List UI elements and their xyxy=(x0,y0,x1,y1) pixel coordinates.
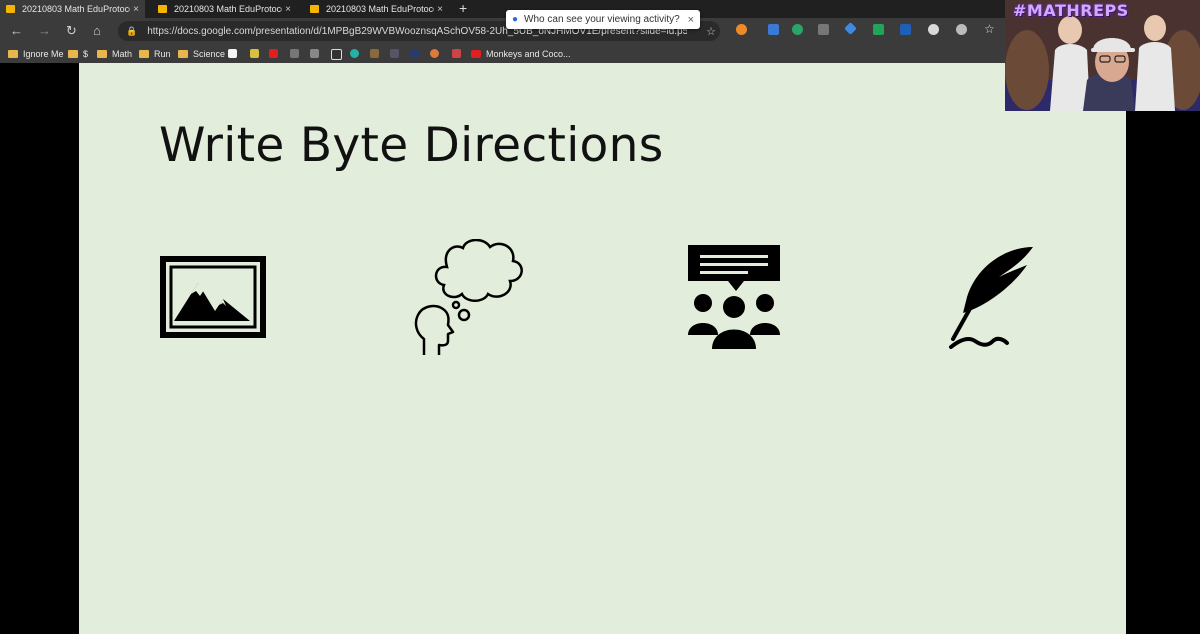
bookmark-ignore-me[interactable]: Ignore Me xyxy=(8,44,64,63)
bookmark-icon[interactable] xyxy=(452,49,461,58)
lock-icon: 🔒 xyxy=(126,25,138,36)
viewing-activity-popup[interactable]: ● Who can see your viewing activity? × xyxy=(506,10,700,29)
back-arrow-icon[interactable]: ← xyxy=(10,22,23,40)
quill-writing-icon xyxy=(949,247,1033,349)
new-tab-button[interactable]: + xyxy=(459,0,467,18)
browser-tab-3[interactable]: 20210803 Math EduProtocols r × xyxy=(304,0,449,18)
slide-title: Write Byte Directions xyxy=(159,118,664,173)
bookmark-label: $ xyxy=(83,48,89,59)
amazon-bookmark-icon[interactable] xyxy=(228,49,237,58)
folder-icon xyxy=(68,49,78,58)
youtube-icon xyxy=(471,49,481,58)
browser-tab-1[interactable]: 20210803 Math EduProtocols r × xyxy=(0,0,145,18)
favorites-icon[interactable]: ☆ xyxy=(984,22,995,36)
tab-title: 20210803 Math EduProtocols r xyxy=(326,4,434,14)
youtube-bookmark-icon[interactable] xyxy=(269,49,278,58)
bookmark-icon[interactable] xyxy=(410,49,419,58)
forward-arrow-icon[interactable]: → xyxy=(38,22,51,40)
bookmark-icon[interactable] xyxy=(350,49,359,58)
bookmark-science[interactable]: Science xyxy=(178,44,225,63)
tab-title: 20210803 Math EduProtocols r xyxy=(174,4,282,14)
picture-icon xyxy=(160,256,266,338)
bookmark-icon[interactable] xyxy=(290,49,299,58)
extension-icon[interactable] xyxy=(768,24,779,35)
bookmark-label: Monkeys and Coco... xyxy=(486,48,571,59)
webcam-video: #MATHREPS xyxy=(1005,0,1200,111)
extension-sun-icon[interactable] xyxy=(736,24,747,35)
extension-icon[interactable] xyxy=(873,24,884,35)
extension-icon[interactable] xyxy=(956,24,967,35)
tab-title: 20210803 Math EduProtocols r xyxy=(22,4,130,14)
bookmark-icon[interactable] xyxy=(250,49,259,58)
popup-text: Who can see your viewing activity? xyxy=(524,14,680,25)
thinking-head-icon xyxy=(414,239,523,355)
browser-tab-2[interactable]: 20210803 Math EduProtocols r × xyxy=(152,0,297,18)
webcam-banner-text: #MATHREPS xyxy=(1013,1,1129,20)
people-icon: ● xyxy=(512,14,519,25)
extension-icon[interactable] xyxy=(900,24,911,35)
flickr-bookmark-icon[interactable] xyxy=(331,49,342,60)
presentation-slide: Write Byte Directions xyxy=(79,63,1126,634)
close-tab-icon[interactable]: × xyxy=(437,4,443,15)
favorite-star-icon[interactable]: ☆ xyxy=(706,25,716,38)
extension-icon[interactable] xyxy=(792,24,803,35)
bookmark-label: Science xyxy=(193,48,226,59)
bookmark-label: Math xyxy=(112,48,133,59)
folder-icon xyxy=(139,49,149,58)
close-tab-icon[interactable]: × xyxy=(133,4,139,15)
bookmark-icon[interactable] xyxy=(390,49,399,58)
slides-favicon-icon xyxy=(158,5,167,13)
slides-favicon-icon xyxy=(6,5,15,13)
folder-icon xyxy=(178,49,188,58)
extension-icon[interactable] xyxy=(818,24,829,35)
popup-close-icon[interactable]: × xyxy=(688,14,694,26)
reload-icon[interactable]: ↻ xyxy=(66,22,77,40)
bookmark-dollar[interactable]: $ xyxy=(68,44,88,63)
home-icon[interactable]: ⌂ xyxy=(93,22,101,40)
close-tab-icon[interactable]: × xyxy=(285,4,291,15)
group-discussion-icon xyxy=(688,245,780,349)
bookmark-icon[interactable] xyxy=(370,49,379,58)
bookmark-label: Ignore Me xyxy=(23,48,64,59)
bookmark-monkeys-and-coco[interactable]: Monkeys and Coco... xyxy=(471,44,571,63)
folder-icon xyxy=(97,49,107,58)
bookmark-run[interactable]: Run xyxy=(139,44,171,63)
bookmark-label: Run xyxy=(154,48,171,59)
bookmark-math[interactable]: Math xyxy=(97,44,132,63)
extension-icon[interactable] xyxy=(928,24,939,35)
slides-favicon-icon xyxy=(310,5,319,13)
bookmark-icon[interactable] xyxy=(430,49,439,58)
folder-icon xyxy=(8,49,18,58)
bookmark-icon[interactable] xyxy=(310,49,319,58)
